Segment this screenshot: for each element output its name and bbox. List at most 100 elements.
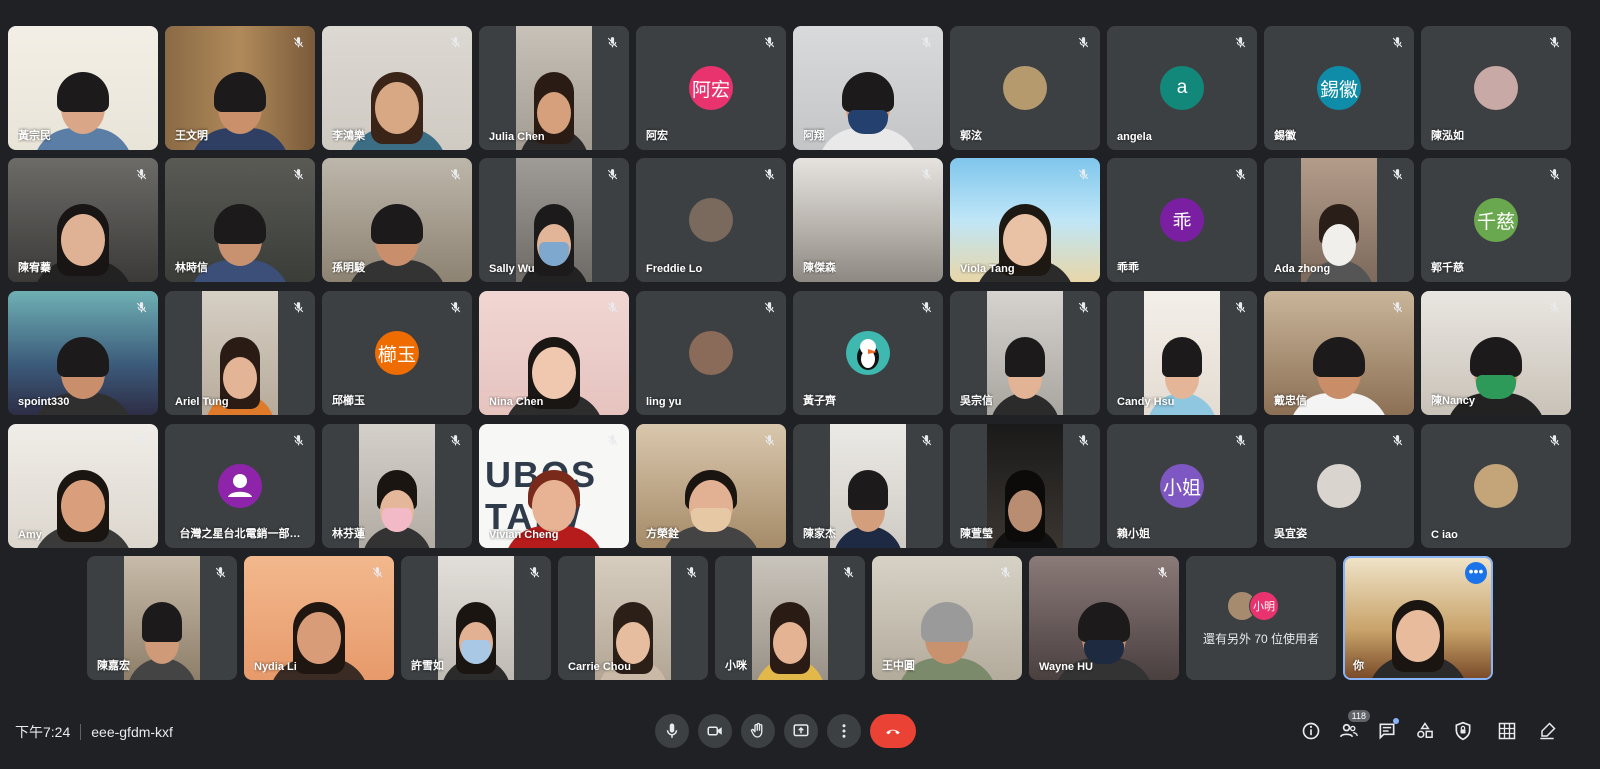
participant-tile[interactable]: 小咪 [715,556,865,680]
camera-icon [707,726,722,736]
participant-tile[interactable]: 林芬蓮 [322,424,472,548]
mic-off-icon [1545,33,1563,51]
participant-tile[interactable]: a angela [1107,26,1257,150]
participant-tile[interactable]: 許雪如 [401,556,551,680]
mic-off-icon [1231,165,1249,183]
meeting-time: 下午7:24 [15,724,71,740]
more-options-button[interactable] [827,714,861,748]
participant-name: Nina Chen [489,396,544,408]
participant-name: Viola Tang [960,263,1015,275]
participant-name: 郭千慈 [1431,262,1464,274]
participant-tile[interactable]: 陳Nancy [1421,291,1571,415]
participant-name: ling yu [646,396,682,408]
participant-name: 戴忠信 [1274,395,1307,407]
mic-off-icon [603,165,621,183]
participant-tile[interactable]: 千慈 郭千慈 [1421,158,1571,282]
chat-icon [1379,723,1395,740]
mic-off-icon [1388,33,1406,51]
participant-tile[interactable]: Viola Tang [950,158,1100,282]
mic-off-icon [917,298,935,316]
overflow-participants-tile[interactable]: 小明 還有另外 70 位使用者 [1186,556,1336,680]
participant-tile[interactable]: Ariel Tung [165,291,315,415]
grid-icon [1498,722,1516,740]
participant-tile[interactable]: 櫛玉 邱櫛玉 [322,291,472,415]
participant-name: Sally Wu [489,263,535,275]
participant-name: 許雪如 [411,660,444,672]
camera-button[interactable] [698,714,732,748]
participant-tile[interactable]: 錫徽 錫徽 [1264,26,1414,150]
microphone-button[interactable] [655,714,689,748]
participant-tile[interactable]: 李鴻樂 [322,26,472,150]
participant-tile[interactable]: 陳宥蓁 [8,158,158,282]
participant-tile[interactable]: Julia Chen [479,26,629,150]
participant-tile[interactable]: 方榮銓 [636,424,786,548]
present-button[interactable] [784,714,818,748]
participant-tile[interactable]: 台灣之星台北電銷一部… [165,424,315,548]
more-options-icon[interactable]: ••• [1465,562,1487,584]
participant-name: 陳泓如 [1431,130,1464,142]
participant-tile[interactable]: Sally Wu [479,158,629,282]
participant-tile[interactable]: C iao [1421,424,1571,548]
participant-tile[interactable]: 陳嘉宏 [87,556,237,680]
activities-button[interactable] [1410,716,1440,746]
people-button[interactable]: 118 [1334,710,1370,746]
participant-tile[interactable]: 陳傑森 [793,158,943,282]
participant-tile[interactable]: 乖 乖乖 [1107,158,1257,282]
participant-tile[interactable]: Candy Hsu [1107,291,1257,415]
participant-tile[interactable]: 王中圓 [872,556,1022,680]
participant-tile[interactable]: 黃子齊 [793,291,943,415]
mic-off-icon [1388,298,1406,316]
participant-tile[interactable]: Wayne HU [1029,556,1179,680]
leave-call-button[interactable] [870,714,916,748]
raise-hand-icon [750,722,763,738]
participant-tile[interactable]: 孫明駿 [322,158,472,282]
participant-name: 黃子齊 [803,395,836,407]
participant-name: spoint330 [18,396,70,408]
meeting-details: 下午7:24 eee-gfdm-kxf [15,722,173,742]
participant-tile[interactable]: Carrie Chou [558,556,708,680]
participant-tile[interactable]: 黃宗民 [8,26,158,150]
participant-name: C iao [1431,529,1458,541]
participant-name: angela [1117,131,1152,143]
meeting-info-button[interactable] [1296,716,1326,746]
participant-tile[interactable]: 陳家杰 [793,424,943,548]
mic-off-icon [132,298,150,316]
participant-tile[interactable]: 陳萱瑩 [950,424,1100,548]
layout-button[interactable] [1492,716,1522,746]
participant-tile[interactable]: Amy [8,424,158,548]
host-controls-button[interactable] [1448,716,1478,746]
self-view-tile[interactable]: ••• 你 [1343,556,1493,680]
participant-tile[interactable]: Nina Chen [479,291,629,415]
mic-off-icon [603,298,621,316]
participant-tile[interactable]: Nydia Li [244,556,394,680]
chat-button[interactable] [1372,716,1402,746]
participant-tile[interactable]: spoint330 [8,291,158,415]
participant-tile[interactable]: Ada zhong [1264,158,1414,282]
present-icon [793,724,809,737]
participant-tile[interactable]: 王文明 [165,26,315,150]
mic-icon [666,723,678,738]
participant-tile[interactable]: UBOS TAIW Vivian Cheng [479,424,629,548]
participant-name: Vivian Cheng [489,529,559,541]
participant-tile[interactable]: 阿宏 阿宏 [636,26,786,150]
participant-name: 吳宗信 [960,395,993,407]
participant-name: 陳宥蓁 [18,262,51,274]
mic-off-icon [446,431,464,449]
participant-tile[interactable]: 小姐 賴小姐 [1107,424,1257,548]
participant-tile[interactable]: Freddie Lo [636,158,786,282]
participant-name: 王中圓 [882,660,915,672]
participant-tile[interactable]: 林時信 [165,158,315,282]
participant-tile[interactable]: 郭泫 [950,26,1100,150]
whiteboard-button[interactable] [1532,716,1562,746]
participant-tile[interactable]: 吳宜姿 [1264,424,1414,548]
participant-tile[interactable]: ling yu [636,291,786,415]
unread-indicator [1393,718,1399,724]
participant-tile[interactable]: 吳宗信 [950,291,1100,415]
participant-tile[interactable]: 陳泓如 [1421,26,1571,150]
mic-off-icon [1231,298,1249,316]
raise-hand-button[interactable] [741,714,775,748]
mic-off-icon [446,33,464,51]
whiteboard-icon [1540,722,1556,740]
participant-tile[interactable]: 戴忠信 [1264,291,1414,415]
participant-tile[interactable]: 阿翔 [793,26,943,150]
